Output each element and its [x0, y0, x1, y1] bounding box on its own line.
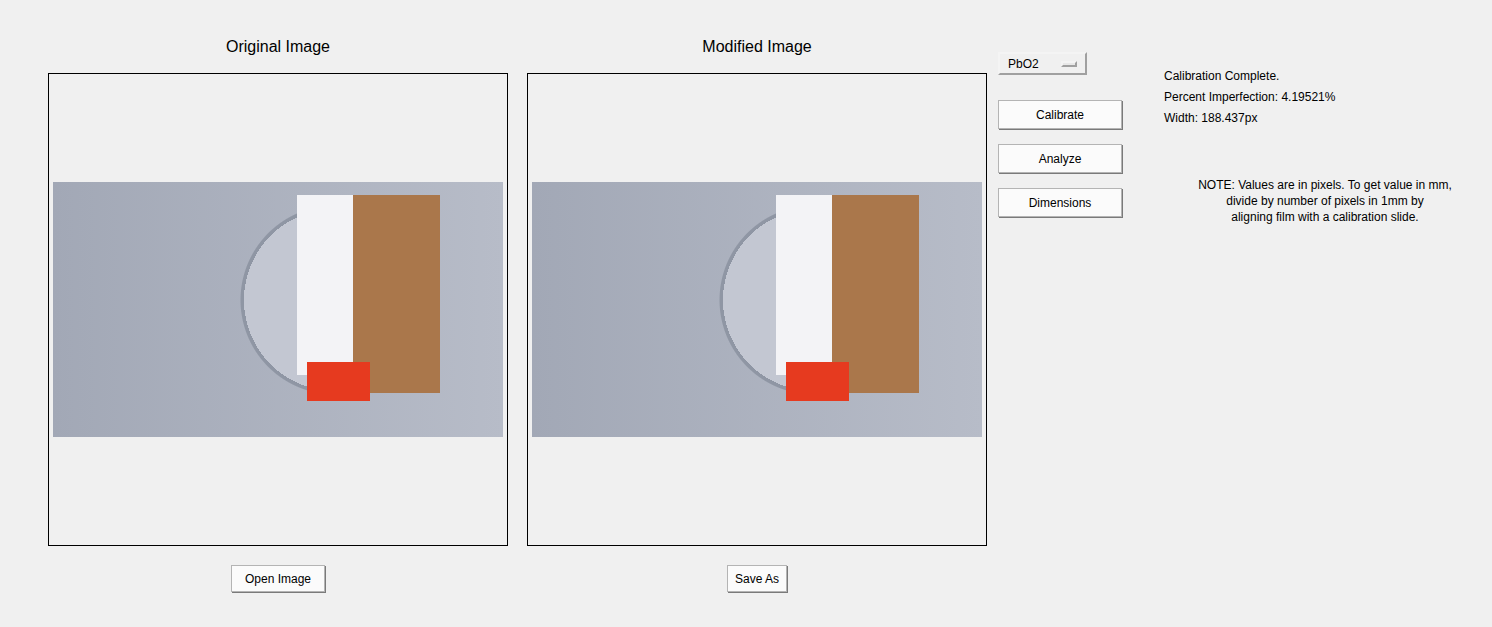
- controls: PbO2 Calibrate Analyze Dimensions: [998, 0, 1122, 627]
- photo: [53, 182, 503, 437]
- note-line: aligning film with a calibration slide.: [1231, 209, 1418, 225]
- action-button[interactable]: Analyze: [998, 144, 1122, 173]
- material-dropdown[interactable]: PbO2: [998, 52, 1087, 75]
- status-line: Percent Imperfection: 4.19521%: [1164, 87, 1486, 108]
- action-button[interactable]: Dimensions: [998, 188, 1122, 217]
- dropdown-indicator-icon: [1061, 61, 1077, 67]
- note: NOTE: Values are in pixels. To get value…: [1164, 177, 1486, 225]
- info-panel: Calibration Complete.Percent Imperfectio…: [1164, 0, 1486, 627]
- image-panel: Original Image Open Image: [48, 0, 508, 627]
- panel-title: Modified Image: [702, 37, 811, 57]
- app-window: Original Image Open Image Modified Image Sa…: [0, 0, 1492, 627]
- image-frame: [48, 73, 508, 546]
- status-line: Width: 188.437px: [1164, 108, 1486, 129]
- open-image-button[interactable]: Open Image: [231, 565, 325, 592]
- note-line: NOTE: Values are in pixels. To get value…: [1198, 177, 1452, 193]
- image-panel: Modified Image Save As: [527, 0, 987, 627]
- panel-title: Original Image: [226, 37, 330, 57]
- note-line: divide by number of pixels in 1mm by: [1226, 193, 1423, 209]
- action-button[interactable]: Calibrate: [998, 100, 1122, 129]
- save-as-button[interactable]: Save As: [727, 565, 787, 592]
- image-frame: [527, 73, 987, 546]
- status-line: Calibration Complete.: [1164, 66, 1486, 87]
- photo: [532, 182, 982, 437]
